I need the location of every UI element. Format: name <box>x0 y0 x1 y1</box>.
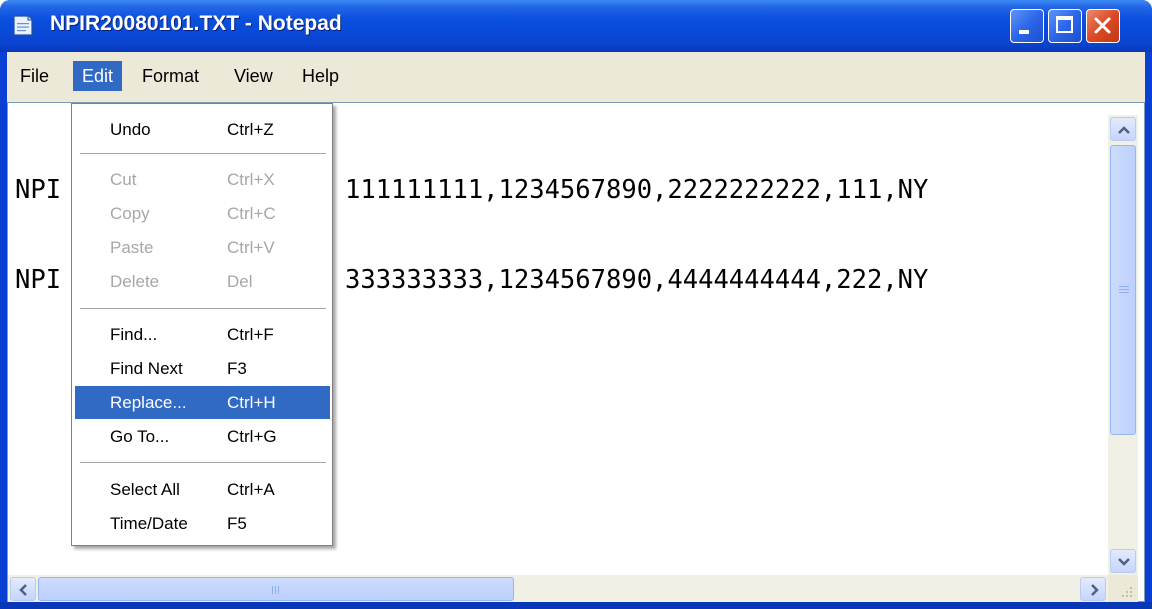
notepad-app-icon <box>13 15 33 36</box>
menu-item-find-next[interactable]: Find Next F3 <box>75 352 330 385</box>
menu-item-time-date[interactable]: Time/Date F5 <box>75 507 330 540</box>
menu-item-shortcut: F3 <box>227 359 247 378</box>
menu-file[interactable]: File <box>11 61 58 91</box>
menu-item-shortcut: F5 <box>227 514 247 533</box>
window-title: NPIR20080101.TXT - Notepad <box>50 12 342 35</box>
minimize-button[interactable] <box>1010 9 1044 43</box>
menu-item-label: Undo <box>110 120 151 139</box>
scroll-right-button[interactable] <box>1080 577 1106 601</box>
menu-item-shortcut: Ctrl+G <box>227 427 277 446</box>
window-bottom-border <box>0 602 1152 609</box>
menu-item-label: Find... <box>110 325 158 344</box>
menu-item-label: Delete <box>110 272 160 291</box>
horizontal-scrollbar[interactable] <box>8 575 1108 603</box>
menu-item-label: Replace... <box>110 393 187 412</box>
menu-item-shortcut: Ctrl+H <box>227 393 276 412</box>
scroll-up-button[interactable] <box>1110 117 1136 141</box>
chevron-down-icon <box>1118 558 1130 566</box>
grip-icon <box>1119 286 1129 293</box>
menu-item-undo[interactable]: Undo Ctrl+Z <box>75 113 330 146</box>
resize-grip[interactable] <box>1108 575 1138 603</box>
text-line-left: NPI <box>15 265 62 295</box>
vertical-scroll-thumb[interactable] <box>1110 145 1136 435</box>
text-line-right: 333333333,1234567890,4444444444,222,NY <box>345 265 929 295</box>
menu-item-shortcut: Ctrl+F <box>227 325 274 344</box>
grip-icon <box>272 586 279 594</box>
menu-item-shortcut: Ctrl+A <box>227 480 275 499</box>
menu-item-go-to[interactable]: Go To... Ctrl+G <box>75 420 330 453</box>
menu-item-shortcut: Ctrl+V <box>227 238 275 257</box>
vertical-scrollbar[interactable] <box>1108 115 1138 575</box>
menu-item-label: Cut <box>110 170 137 189</box>
scroll-left-button[interactable] <box>10 577 36 601</box>
menu-item-label: Time/Date <box>110 514 188 533</box>
menu-item-copy[interactable]: Copy Ctrl+C <box>75 197 330 230</box>
menu-item-label: Select All <box>110 480 180 499</box>
close-icon <box>1094 17 1111 34</box>
close-button[interactable] <box>1086 9 1120 43</box>
menu-item-replace[interactable]: Replace... Ctrl+H <box>75 386 330 419</box>
menu-item-label: Paste <box>110 238 154 257</box>
edit-menu-dropdown: Undo Ctrl+Z Cut Ctrl+X Copy Ctrl+C Paste… <box>71 103 333 546</box>
menu-format[interactable]: Format <box>133 61 208 91</box>
menu-separator <box>80 308 326 309</box>
menu-item-cut[interactable]: Cut Ctrl+X <box>75 163 330 196</box>
resize-grip-icon <box>1122 587 1132 597</box>
menu-item-label: Go To... <box>110 427 170 446</box>
menu-item-label: Find Next <box>110 359 183 378</box>
menu-item-shortcut: Ctrl+C <box>227 204 276 223</box>
chevron-right-icon <box>1091 584 1099 596</box>
menu-view[interactable]: View <box>225 61 282 91</box>
menu-separator <box>80 462 326 463</box>
menu-item-find[interactable]: Find... Ctrl+F <box>75 318 330 351</box>
text-line-right: 111111111,1234567890,2222222222,111,NY <box>345 175 929 205</box>
maximize-button[interactable] <box>1048 9 1082 43</box>
chevron-left-icon <box>19 584 27 596</box>
chevron-up-icon <box>1118 126 1130 134</box>
menu-separator <box>80 153 326 154</box>
menu-item-select-all[interactable]: Select All Ctrl+A <box>75 473 330 506</box>
minimize-icon <box>1019 30 1029 34</box>
menu-item-shortcut: Ctrl+X <box>227 170 275 189</box>
menu-item-label: Copy <box>110 204 150 223</box>
menu-edit[interactable]: Edit <box>73 61 123 91</box>
menu-help[interactable]: Help <box>293 61 348 91</box>
scroll-down-button[interactable] <box>1110 549 1136 573</box>
menu-item-shortcut: Ctrl+Z <box>227 120 274 139</box>
menu-item-delete[interactable]: Delete Del <box>75 265 330 298</box>
text-line-left: NPI <box>15 175 62 205</box>
menu-bar: File Edit Format View Help <box>7 52 1145 102</box>
menu-item-paste[interactable]: Paste Ctrl+V <box>75 231 330 264</box>
maximize-icon <box>1056 16 1073 33</box>
horizontal-scroll-thumb[interactable] <box>38 577 514 601</box>
menu-item-shortcut: Del <box>227 272 253 291</box>
title-bar[interactable]: NPIR20080101.TXT - Notepad <box>0 0 1152 52</box>
